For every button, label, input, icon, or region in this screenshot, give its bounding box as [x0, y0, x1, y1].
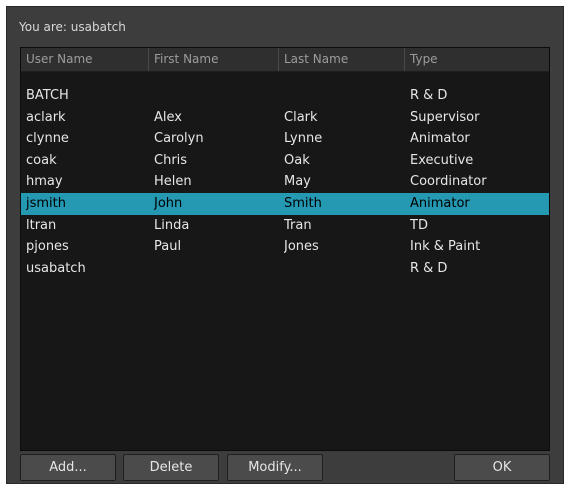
cell-user-name: jsmith [26, 195, 66, 211]
cell-first-name: Alex [154, 109, 182, 125]
cell-last-name [284, 85, 404, 107]
cell-type: Supervisor [410, 109, 480, 125]
cell-user-name: pjones [26, 239, 69, 255]
cell-first-name: Linda [154, 217, 190, 233]
cell-user-name: clynne [26, 131, 69, 147]
cell-last-name: May [284, 174, 311, 190]
cell-last-name: Tran [284, 217, 312, 233]
users-dialog: You are: usabatch User Name First Name L… [6, 6, 564, 484]
users-table[interactable]: User Name First Name Last Name Type BATC… [20, 47, 550, 451]
column-header-user-name[interactable]: User Name [21, 48, 149, 71]
column-header-type[interactable]: Type [405, 48, 549, 71]
table-row[interactable]: usabatch R & D [21, 258, 549, 280]
cell-user-name: usabatch [26, 260, 86, 276]
table-row[interactable]: pjones Paul Jones Ink & Paint [21, 236, 549, 258]
cell-first-name: Helen [154, 174, 192, 190]
cell-first-name: Carolyn [154, 131, 204, 147]
cell-user-name: BATCH [26, 88, 69, 103]
cell-first-name [154, 258, 278, 280]
cell-first-name [154, 85, 278, 107]
table-row[interactable]: jsmith John Smith Animator [21, 192, 549, 215]
cell-type: R & D [410, 88, 448, 103]
cell-last-name: Clark [284, 109, 318, 125]
table-row[interactable]: coak Chris Oak Executive [21, 150, 549, 172]
cell-user-name: hmay [26, 174, 63, 190]
current-user-label: You are: usabatch [19, 20, 126, 34]
cell-last-name: Oak [284, 152, 310, 168]
cell-type: Coordinator [410, 174, 487, 190]
ok-button[interactable]: OK [454, 454, 550, 481]
table-row[interactable]: hmay Helen May Coordinator [21, 171, 549, 193]
cell-type: Animator [410, 131, 470, 147]
cell-user-name: coak [26, 152, 57, 168]
cell-user-name: aclark [26, 109, 66, 125]
cell-last-name [284, 258, 404, 280]
delete-button[interactable]: Delete [123, 454, 219, 481]
table-row[interactable]: ltran Linda Tran TD [21, 215, 549, 237]
cell-last-name: Smith [284, 195, 322, 211]
table-row[interactable]: BATCH R & D [21, 85, 549, 107]
table-header: User Name First Name Last Name Type [21, 48, 549, 72]
cell-last-name: Jones [284, 239, 319, 255]
table-row[interactable]: aclark Alex Clark Supervisor [21, 107, 549, 129]
table-row[interactable]: clynne Carolyn Lynne Animator [21, 128, 549, 150]
cell-first-name: Paul [154, 239, 182, 255]
cell-first-name: Chris [154, 152, 188, 168]
cell-last-name: Lynne [284, 131, 323, 147]
cell-user-name: ltran [26, 217, 57, 233]
cell-type: Ink & Paint [410, 239, 481, 255]
cell-type: TD [410, 217, 428, 233]
add-button[interactable]: Add... [20, 454, 116, 481]
column-header-last-name[interactable]: Last Name [279, 48, 405, 71]
cell-type: Animator [410, 195, 470, 211]
column-header-first-name[interactable]: First Name [149, 48, 279, 71]
cell-type: Executive [410, 152, 474, 168]
table-body: BATCH R & D aclark Alex Clark Supervisor clynn… [21, 85, 549, 279]
cell-first-name: John [154, 195, 183, 211]
cell-type: R & D [410, 260, 448, 276]
modify-button[interactable]: Modify... [227, 454, 323, 481]
